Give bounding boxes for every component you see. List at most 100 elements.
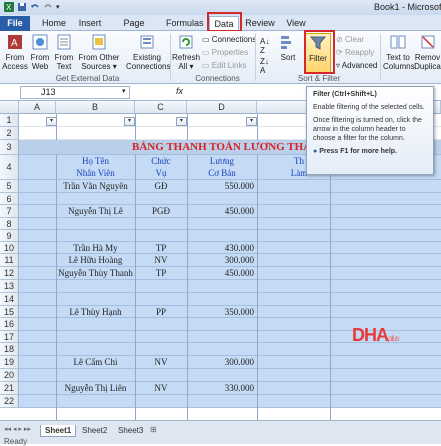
properties-button[interactable]: ▭ Properties — [202, 48, 248, 57]
reapply-button[interactable]: ⟳ Reapply — [336, 48, 374, 57]
employee-name-cell[interactable]: Nguyễn Thùy Thanh — [56, 268, 135, 278]
employee-salary-cell[interactable]: 350.000 — [187, 307, 254, 317]
sheet-row[interactable] — [19, 193, 441, 205]
employee-salary-cell[interactable]: 450.000 — [187, 268, 254, 278]
employee-position-cell[interactable]: NV — [135, 357, 187, 367]
sheet-row[interactable] — [19, 395, 441, 408]
tab-insert[interactable]: Insert — [75, 16, 105, 31]
name-box[interactable]: J13 — [20, 86, 130, 99]
employee-name-cell[interactable]: Nguyễn Thị Liên — [56, 383, 135, 393]
row-header[interactable]: 1 — [0, 114, 19, 127]
employee-position-cell[interactable]: PP — [135, 307, 187, 317]
row-header[interactable]: 19 — [0, 356, 19, 369]
filter-dropdown-a-icon[interactable]: ▾ — [46, 117, 57, 126]
employee-position-cell[interactable]: GĐ — [135, 181, 187, 191]
filter-dropdown-b-icon[interactable]: ▾ — [124, 117, 135, 126]
sheet-tab-3[interactable]: Sheet3 — [114, 425, 147, 437]
undo-icon[interactable] — [30, 2, 40, 12]
row-header[interactable]: 14 — [0, 293, 19, 306]
from-other-sources-button[interactable]: From Other Sources ▾ — [78, 33, 120, 71]
tab-page-layout[interactable]: Page Layout — [110, 16, 158, 43]
row-header[interactable]: 11 — [0, 254, 19, 267]
filter-dropdown-d-icon[interactable]: ▾ — [246, 117, 257, 126]
row-header[interactable]: 4 — [0, 155, 19, 180]
row-header[interactable]: 7 — [0, 205, 19, 218]
row-header[interactable]: 3 — [0, 140, 19, 155]
row-header[interactable]: 9 — [0, 230, 19, 242]
remove-duplicates-button[interactable]: Remov Duplica — [414, 33, 441, 71]
row-header[interactable]: 6 — [0, 193, 19, 205]
sheet-tab-1[interactable]: Sheet1 — [40, 425, 77, 437]
tab-review[interactable]: Review — [245, 16, 275, 31]
employee-name-cell[interactable]: Lê Cẩm Chi — [56, 357, 135, 367]
filter-dropdown-c-icon[interactable]: ▾ — [176, 117, 187, 126]
employee-salary-cell[interactable]: 300.000 — [187, 357, 254, 367]
row-header[interactable]: 15 — [0, 306, 19, 318]
employee-salary-cell[interactable]: 550.000 — [187, 181, 254, 191]
col-header-c[interactable]: C — [135, 101, 187, 114]
row-header[interactable]: 17 — [0, 331, 19, 343]
row-header[interactable]: 10 — [0, 242, 19, 254]
access-icon: A — [8, 35, 22, 49]
refresh-all-button[interactable]: Refresh All ▾ — [172, 33, 200, 71]
name-box-dropdown-icon[interactable]: ▾ — [122, 87, 126, 95]
save-icon[interactable] — [17, 2, 27, 12]
row-header[interactable]: 21 — [0, 382, 19, 395]
sheet-row[interactable] — [19, 293, 441, 306]
select-all-corner[interactable] — [0, 101, 19, 114]
row-header[interactable]: 20 — [0, 369, 19, 382]
employee-name-cell[interactable]: Trần Hà My — [56, 243, 135, 253]
employee-position-cell[interactable]: TP — [135, 243, 187, 253]
employee-salary-cell[interactable]: 450.000 — [187, 206, 254, 216]
row-header[interactable]: 22 — [0, 395, 19, 408]
row-header[interactable]: 5 — [0, 180, 19, 193]
edit-links-button[interactable]: ▭ Edit Links — [202, 61, 246, 70]
from-web-button[interactable]: From Web — [29, 33, 51, 71]
row-header[interactable]: 13 — [0, 280, 19, 293]
sort-button[interactable]: Sort — [277, 33, 299, 62]
advanced-button[interactable]: ▿ Advanced — [336, 61, 377, 70]
row-header[interactable]: 8 — [0, 218, 19, 230]
insert-sheet-icon[interactable]: ⊞ — [150, 425, 157, 434]
employee-name-cell[interactable]: Nguyễn Thị Lê — [56, 206, 135, 216]
from-access-button[interactable]: A From Access — [2, 33, 28, 71]
clear-button[interactable]: ⊘ Clear — [336, 35, 364, 44]
employee-position-cell[interactable]: NV — [135, 383, 187, 393]
col-header-a[interactable]: A — [19, 101, 56, 114]
sheet-row[interactable] — [19, 230, 441, 242]
connections-button[interactable]: ▭ Connections — [202, 35, 256, 44]
sort-az-button[interactable]: A↓ Z — [260, 37, 269, 55]
tab-view[interactable]: View — [284, 16, 308, 31]
sort-label: Sort — [280, 53, 296, 62]
employee-position-cell[interactable]: PGĐ — [135, 206, 187, 216]
sheet-row[interactable] — [19, 280, 441, 293]
sheet-nav-arrows-icon[interactable]: ◂◂ ◂ ▸ ▸▸ — [4, 425, 31, 433]
employee-salary-cell[interactable]: 300.000 — [187, 255, 254, 265]
redo-icon[interactable] — [43, 2, 53, 12]
tab-file[interactable]: File — [0, 16, 30, 31]
text-to-columns-button[interactable]: Text to Columns — [383, 33, 415, 71]
row-header[interactable]: 18 — [0, 343, 19, 356]
employee-name-cell[interactable]: Trần Văn Nguyên — [56, 181, 135, 191]
row-header[interactable]: 12 — [0, 267, 19, 280]
employee-salary-cell[interactable]: 430.000 — [187, 243, 254, 253]
row-header[interactable]: 16 — [0, 318, 19, 331]
customize-qa-icon[interactable]: ▾ — [56, 3, 60, 11]
employee-name-cell[interactable]: Lê Hữu Hoàng — [56, 255, 135, 265]
existing-connections-button[interactable]: Existing Connections — [126, 33, 170, 71]
tab-home[interactable]: Home — [40, 16, 68, 31]
sheet-row[interactable] — [19, 369, 441, 382]
employee-position-cell[interactable]: NV — [135, 255, 187, 265]
col-header-b[interactable]: B — [56, 101, 135, 114]
fx-icon[interactable]: fx — [176, 86, 183, 96]
employee-name-cell[interactable]: Lê Thùy Hạnh — [56, 307, 135, 317]
employee-position-cell[interactable]: TP — [135, 268, 187, 278]
tab-formulas[interactable]: Formulas — [166, 16, 204, 31]
row-header[interactable]: 2 — [0, 127, 19, 140]
sheet-tab-2[interactable]: Sheet2 — [78, 425, 111, 437]
col-header-d[interactable]: D — [187, 101, 257, 114]
from-text-button[interactable]: From Text — [53, 33, 75, 71]
employee-salary-cell[interactable]: 330.000 — [187, 383, 254, 393]
sort-za-button[interactable]: Z↓ A — [260, 57, 269, 75]
sheet-row[interactable] — [19, 218, 441, 230]
